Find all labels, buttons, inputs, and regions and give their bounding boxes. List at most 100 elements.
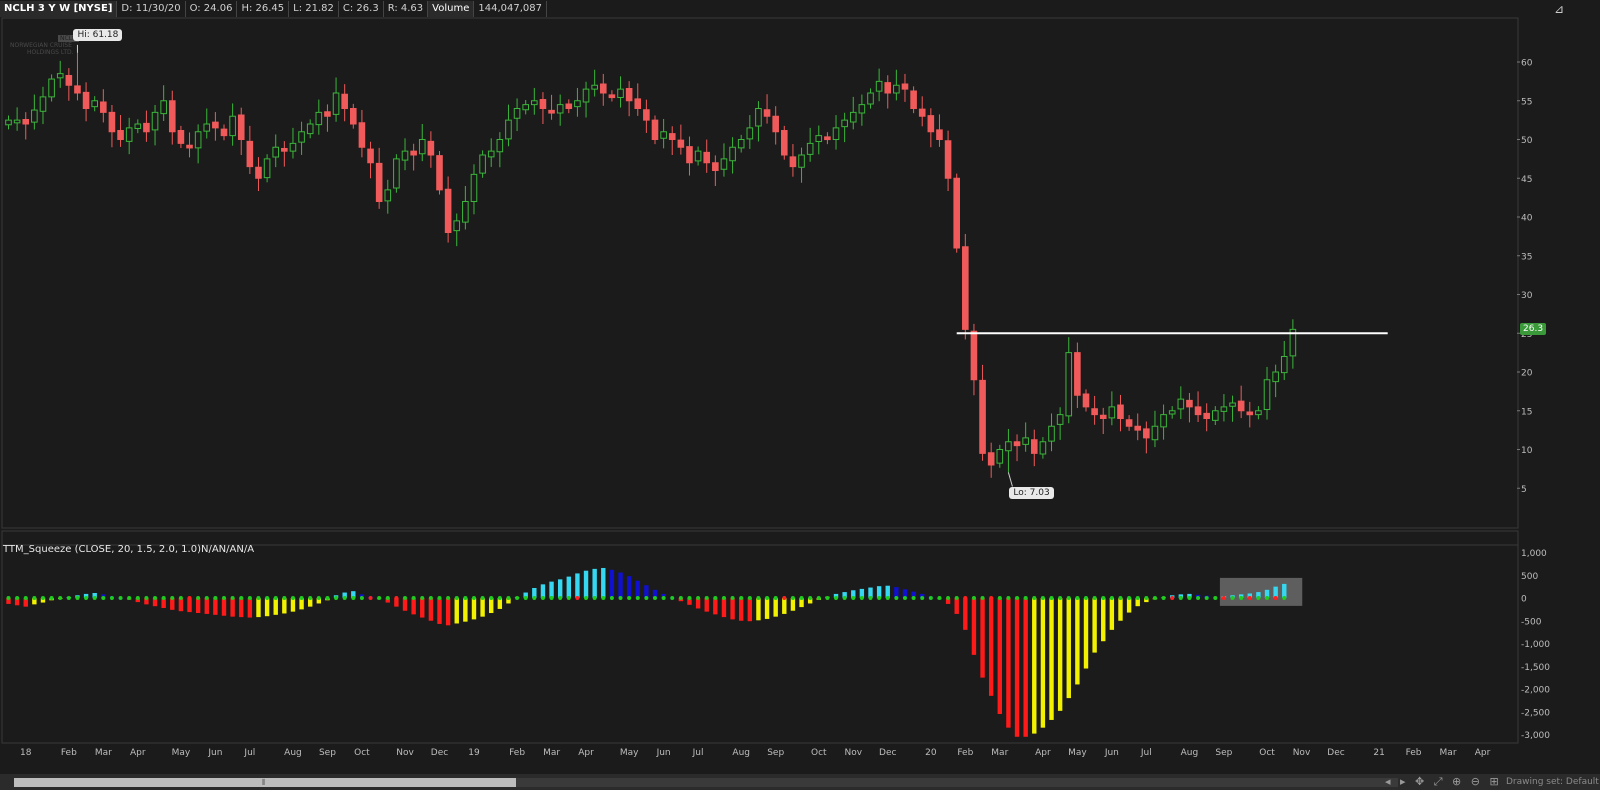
candle-body[interactable]: [470, 173, 478, 202]
candle-body[interactable]: [591, 84, 598, 90]
candle-body[interactable]: [772, 115, 779, 133]
candle-body[interactable]: [186, 144, 193, 149]
candle-body[interactable]: [418, 139, 426, 155]
horizontal-scrollbar[interactable]: ⦀ ◂ ▸ ✥ ⤢ ⊕ ⊖ ⊞ Drawing set: Default: [0, 774, 1600, 790]
candle-body[interactable]: [1280, 356, 1288, 374]
candle-body[interactable]: [686, 146, 693, 164]
candle-body[interactable]: [5, 119, 12, 126]
candle-body[interactable]: [1108, 406, 1116, 419]
candle-body[interactable]: [1151, 425, 1159, 441]
candle-body[interactable]: [74, 85, 81, 94]
candle-body[interactable]: [582, 88, 590, 103]
candle-body[interactable]: [599, 83, 607, 94]
candle-body[interactable]: [436, 155, 443, 191]
candle-body[interactable]: [729, 146, 736, 162]
candle-body[interactable]: [220, 128, 228, 137]
candle-body[interactable]: [556, 104, 564, 114]
candle-body[interactable]: [48, 78, 55, 98]
candle-body[interactable]: [849, 111, 857, 123]
candle-body[interactable]: [91, 100, 99, 108]
candle-body[interactable]: [643, 109, 650, 121]
candle-body[interactable]: [401, 150, 409, 161]
drawing-set-label[interactable]: Drawing set: Default: [1506, 777, 1599, 787]
candle-body[interactable]: [832, 127, 840, 140]
candle-body[interactable]: [617, 88, 624, 98]
candle-body[interactable]: [410, 150, 417, 156]
candle-body[interactable]: [341, 93, 348, 109]
candle-body[interactable]: [660, 131, 667, 139]
candle-body[interactable]: [901, 83, 909, 90]
candle-body[interactable]: [962, 246, 969, 330]
candle-body[interactable]: [393, 158, 400, 189]
candle-body[interactable]: [944, 140, 952, 179]
candle-body[interactable]: [298, 131, 305, 143]
candle-body[interactable]: [1039, 441, 1047, 455]
candle-body[interactable]: [806, 142, 814, 155]
candle-body[interactable]: [255, 166, 262, 179]
candle-body[interactable]: [927, 115, 935, 133]
candle-body[interactable]: [143, 122, 150, 133]
candle-body[interactable]: [884, 82, 892, 94]
candle-body[interactable]: [858, 104, 866, 114]
candle-body[interactable]: [168, 100, 176, 133]
candle-body[interactable]: [970, 330, 978, 381]
candle-body[interactable]: [953, 177, 961, 249]
candle-body[interactable]: [694, 150, 702, 162]
candle-body[interactable]: [539, 99, 547, 110]
candle-body[interactable]: [1117, 404, 1124, 420]
candle-body[interactable]: [272, 146, 280, 158]
candle-body[interactable]: [1272, 371, 1279, 383]
candle-body[interactable]: [1143, 428, 1150, 439]
candle-body[interactable]: [1056, 414, 1064, 425]
candle-body[interactable]: [1091, 408, 1098, 416]
candle-body[interactable]: [229, 115, 236, 137]
chart-canvas[interactable]: 51015202530354045505560 1,0005000-500-1,…: [0, 0, 1600, 790]
chart-tool-icons[interactable]: ◂ ▸ ✥ ⤢ ⊕ ⊖ ⊞: [1385, 775, 1502, 789]
candle-body[interactable]: [1212, 410, 1219, 421]
candle-body[interactable]: [13, 119, 21, 124]
candle-body[interactable]: [453, 220, 461, 232]
candle-body[interactable]: [798, 154, 805, 168]
candle-body[interactable]: [1237, 400, 1245, 412]
candle-body[interactable]: [979, 379, 986, 454]
candle-body[interactable]: [39, 96, 47, 112]
candle-body[interactable]: [496, 139, 504, 153]
candle-body[interactable]: [1082, 393, 1090, 408]
candle-body[interactable]: [108, 111, 116, 133]
candle-body[interactable]: [1177, 398, 1185, 410]
candle-body[interactable]: [789, 156, 797, 168]
candle-body[interactable]: [1125, 419, 1133, 427]
candle-body[interactable]: [608, 94, 616, 99]
candle-body[interactable]: [246, 140, 254, 168]
candle-body[interactable]: [746, 127, 754, 140]
candle-body[interactable]: [651, 119, 659, 140]
candle-body[interactable]: [1255, 410, 1262, 416]
candle-body[interactable]: [358, 122, 366, 148]
candle-body[interactable]: [1186, 399, 1193, 408]
candle-body[interactable]: [677, 139, 685, 148]
candle-body[interactable]: [1229, 402, 1236, 407]
candle-body[interactable]: [910, 90, 917, 109]
candle-body[interactable]: [375, 162, 383, 202]
candle-body[interactable]: [1134, 425, 1142, 431]
candle-body[interactable]: [1246, 411, 1254, 416]
candle-body[interactable]: [875, 80, 883, 92]
candle-body[interactable]: [367, 148, 374, 164]
candle-body[interactable]: [212, 121, 219, 129]
candle-body[interactable]: [1168, 410, 1176, 415]
candle-body[interactable]: [462, 201, 469, 223]
candle-body[interactable]: [1022, 437, 1029, 445]
candle-body[interactable]: [522, 104, 530, 111]
candle-body[interactable]: [625, 88, 633, 102]
candle-body[interactable]: [289, 142, 297, 152]
candle-body[interactable]: [324, 111, 331, 117]
candle-body[interactable]: [565, 103, 573, 109]
candle-body[interactable]: [177, 130, 185, 144]
candle-body[interactable]: [918, 108, 926, 117]
candle-body[interactable]: [867, 92, 874, 105]
candle-body[interactable]: [548, 109, 555, 114]
candle-body[interactable]: [56, 73, 64, 79]
candle-body[interactable]: [1065, 352, 1073, 417]
candle-body[interactable]: [125, 127, 133, 142]
candle-body[interactable]: [263, 158, 271, 179]
